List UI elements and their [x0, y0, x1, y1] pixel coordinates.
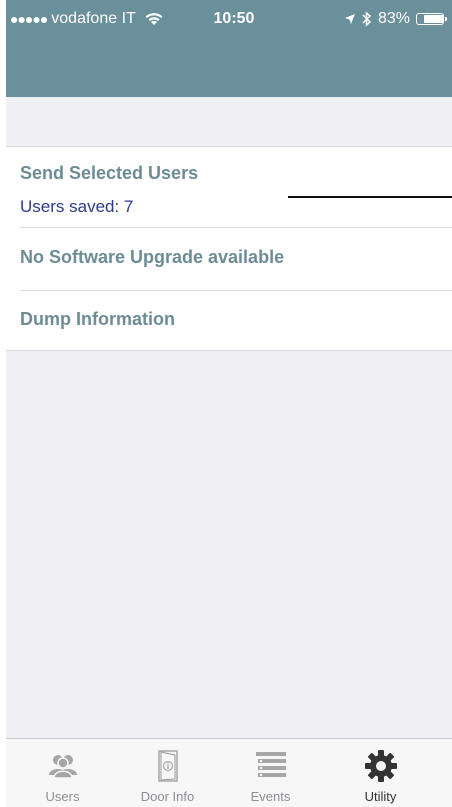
- status-bar: ●●●●● vodafone IT 10:50 83%: [6, 0, 452, 40]
- dump-information-title: Dump Information: [20, 309, 175, 329]
- events-list-icon: [255, 752, 286, 777]
- battery-icon: [416, 13, 447, 25]
- progress-line: [288, 196, 452, 198]
- software-upgrade-title: No Software Upgrade available: [20, 247, 285, 267]
- tab-events[interactable]: Events: [226, 739, 315, 807]
- battery-level-fill: [424, 15, 444, 23]
- tab-users[interactable]: Users: [18, 739, 107, 807]
- send-selected-users-title: Send Selected Users: [20, 163, 199, 183]
- tab-door-info[interactable]: Door Info: [123, 739, 212, 807]
- tab-utility-label: Utility: [364, 789, 397, 804]
- navigation-bar: ●●●●● vodafone IT 10:50 83%: [6, 0, 452, 97]
- tab-users-label: Users: [45, 789, 80, 804]
- tab-door-info-label: Door Info: [140, 789, 195, 804]
- bluetooth-icon: [362, 11, 372, 27]
- send-selected-users-row[interactable]: Send Selected Users Users saved: 7: [6, 147, 452, 227]
- tab-bar: Users Door Info Events Utility: [6, 738, 452, 807]
- app-screen: ●●●●● vodafone IT 10:50 83% Send Selecte…: [6, 0, 452, 807]
- location-arrow-icon: [344, 14, 355, 24]
- gear-icon: [364, 750, 397, 782]
- users-icon: [48, 755, 77, 779]
- software-upgrade-row[interactable]: No Software Upgrade available: [6, 228, 452, 290]
- tab-utility[interactable]: Utility: [336, 739, 425, 807]
- users-saved-count: Users saved: 7: [20, 197, 134, 216]
- dump-information-row[interactable]: Dump Information: [6, 291, 452, 351]
- utility-list: Send Selected Users Users saved: 7 No So…: [6, 146, 452, 351]
- door-info-icon: [157, 750, 178, 782]
- tab-events-label: Events: [250, 789, 291, 804]
- battery-percent: 83%: [377, 10, 410, 27]
